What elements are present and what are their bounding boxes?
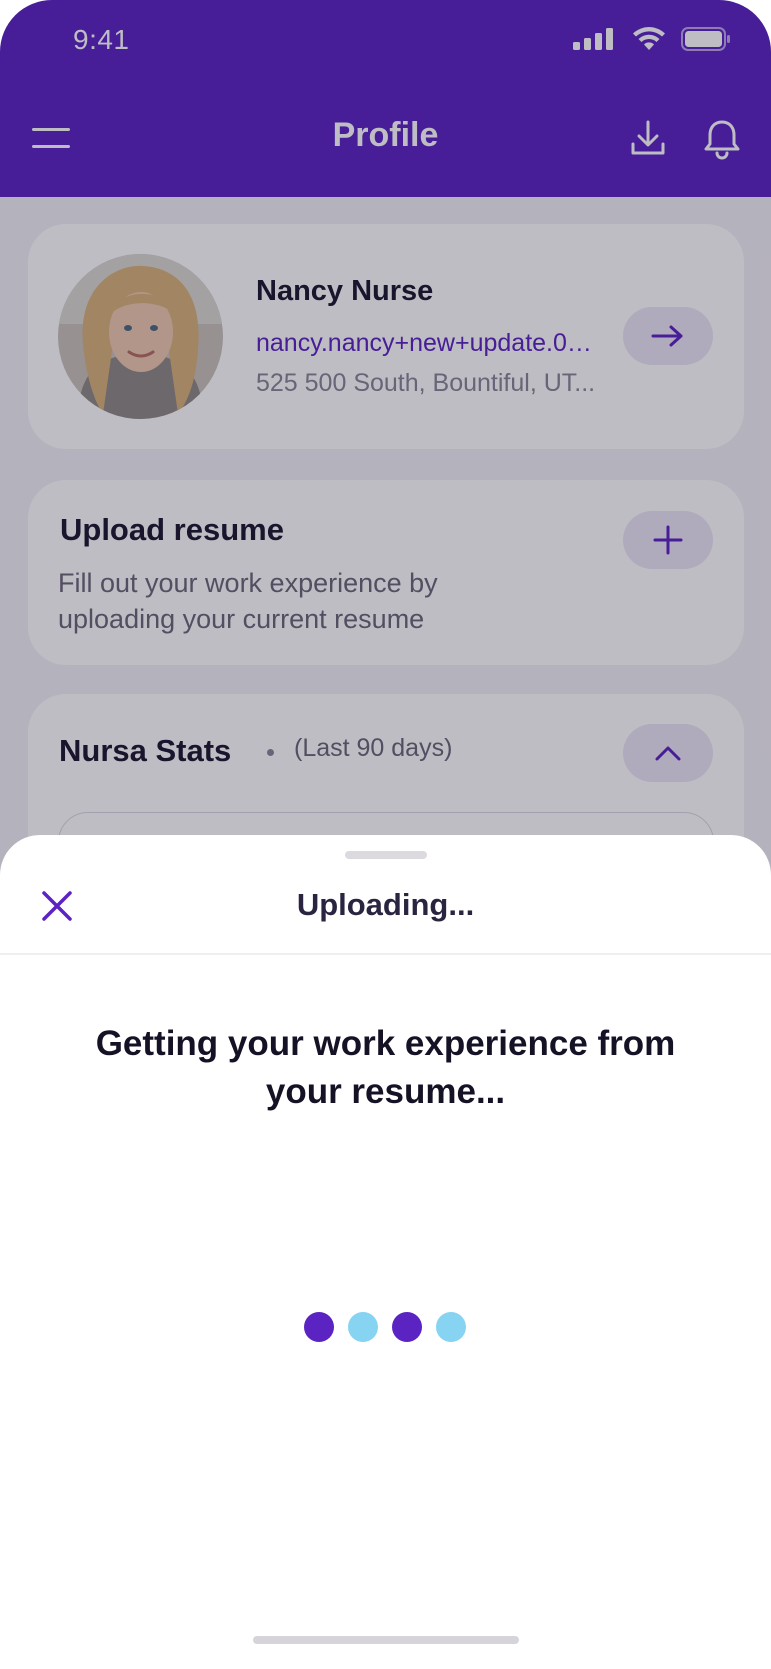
uploading-sheet: Uploading... Getting your work experienc… [0,835,771,1669]
loader-dot [392,1312,422,1342]
sheet-title: Uploading... [296,887,475,922]
loader-dot [304,1312,334,1342]
sheet-divider [0,953,771,955]
sheet-grabber[interactable] [345,851,427,859]
loading-indicator [304,1312,466,1342]
loader-dot [436,1312,466,1342]
app-screen: 9:41 Profile Nancy Nurse nancy.nancy+new… [0,0,771,1669]
loader-dot [348,1312,378,1342]
sheet-message: Getting your work experience from your r… [95,1024,676,1111]
home-indicator [253,1636,519,1644]
